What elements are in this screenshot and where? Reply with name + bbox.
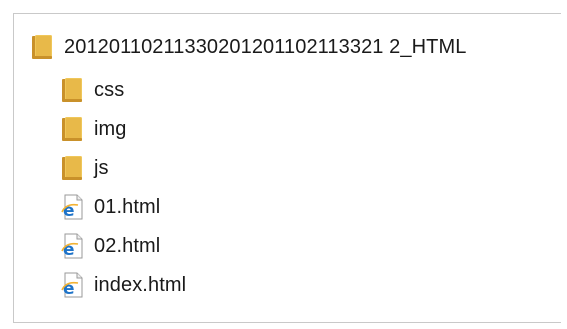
tree-item-root-folder[interactable]: 20120110211330201201102113321 2_HTML — [30, 32, 466, 62]
tree-item-css-folder[interactable]: css — [60, 75, 124, 105]
ie-html-file-icon: e — [60, 270, 86, 300]
tree-item-img-folder[interactable]: img — [60, 114, 127, 144]
folder-tree-panel: 20120110211330201201102113321 2_HTML css… — [13, 13, 561, 323]
folder-icon — [60, 75, 86, 105]
tree-item-index-html-file[interactable]: e index.html — [60, 270, 186, 300]
folder-icon — [60, 153, 86, 183]
tree-item-01-html-file[interactable]: e 01.html — [60, 192, 160, 222]
tree-item-label: css — [94, 78, 125, 101]
tree-item-label: 20120110211330201201102113321 2_HTML — [64, 35, 467, 58]
tree-item-label: js — [94, 156, 109, 179]
folder-icon — [30, 32, 56, 62]
tree-item-js-folder[interactable]: js — [60, 153, 109, 183]
tree-item-label: 02.html — [94, 234, 161, 257]
ie-html-file-icon: e — [60, 231, 86, 261]
folder-icon — [60, 114, 86, 144]
tree-item-label: img — [94, 117, 127, 140]
tree-item-label: index.html — [94, 273, 187, 296]
tree-item-label: 01.html — [94, 195, 161, 218]
ie-html-file-icon: e — [60, 192, 86, 222]
tree-item-02-html-file[interactable]: e 02.html — [60, 231, 160, 261]
